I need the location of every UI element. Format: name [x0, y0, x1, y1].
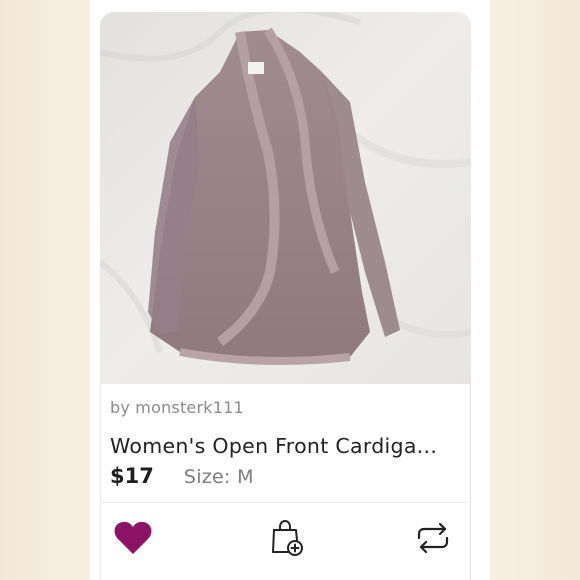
- share-button[interactable]: [411, 516, 455, 560]
- divider: [101, 502, 470, 503]
- action-bar: [101, 516, 470, 560]
- price-size-row: $17 Size: M: [110, 464, 254, 488]
- shopping-bag-add-icon: [272, 519, 303, 556]
- heart-icon: [114, 521, 152, 554]
- size-label: Size: M: [183, 466, 254, 488]
- product-photo[interactable]: [100, 12, 471, 384]
- listing-card[interactable]: by monsterk111 Women's Open Front Cardig…: [90, 0, 490, 580]
- add-to-bundle-button[interactable]: [265, 516, 309, 560]
- price: $17: [110, 464, 154, 488]
- share-repost-icon: [417, 522, 449, 554]
- seller-username[interactable]: by monsterk111: [110, 398, 244, 417]
- listing-info: by monsterk111 Women's Open Front Cardig…: [100, 384, 471, 580]
- listing-title[interactable]: Women's Open Front Cardiga...: [110, 434, 465, 458]
- like-button[interactable]: [111, 516, 155, 560]
- cardigan-image: [100, 12, 471, 384]
